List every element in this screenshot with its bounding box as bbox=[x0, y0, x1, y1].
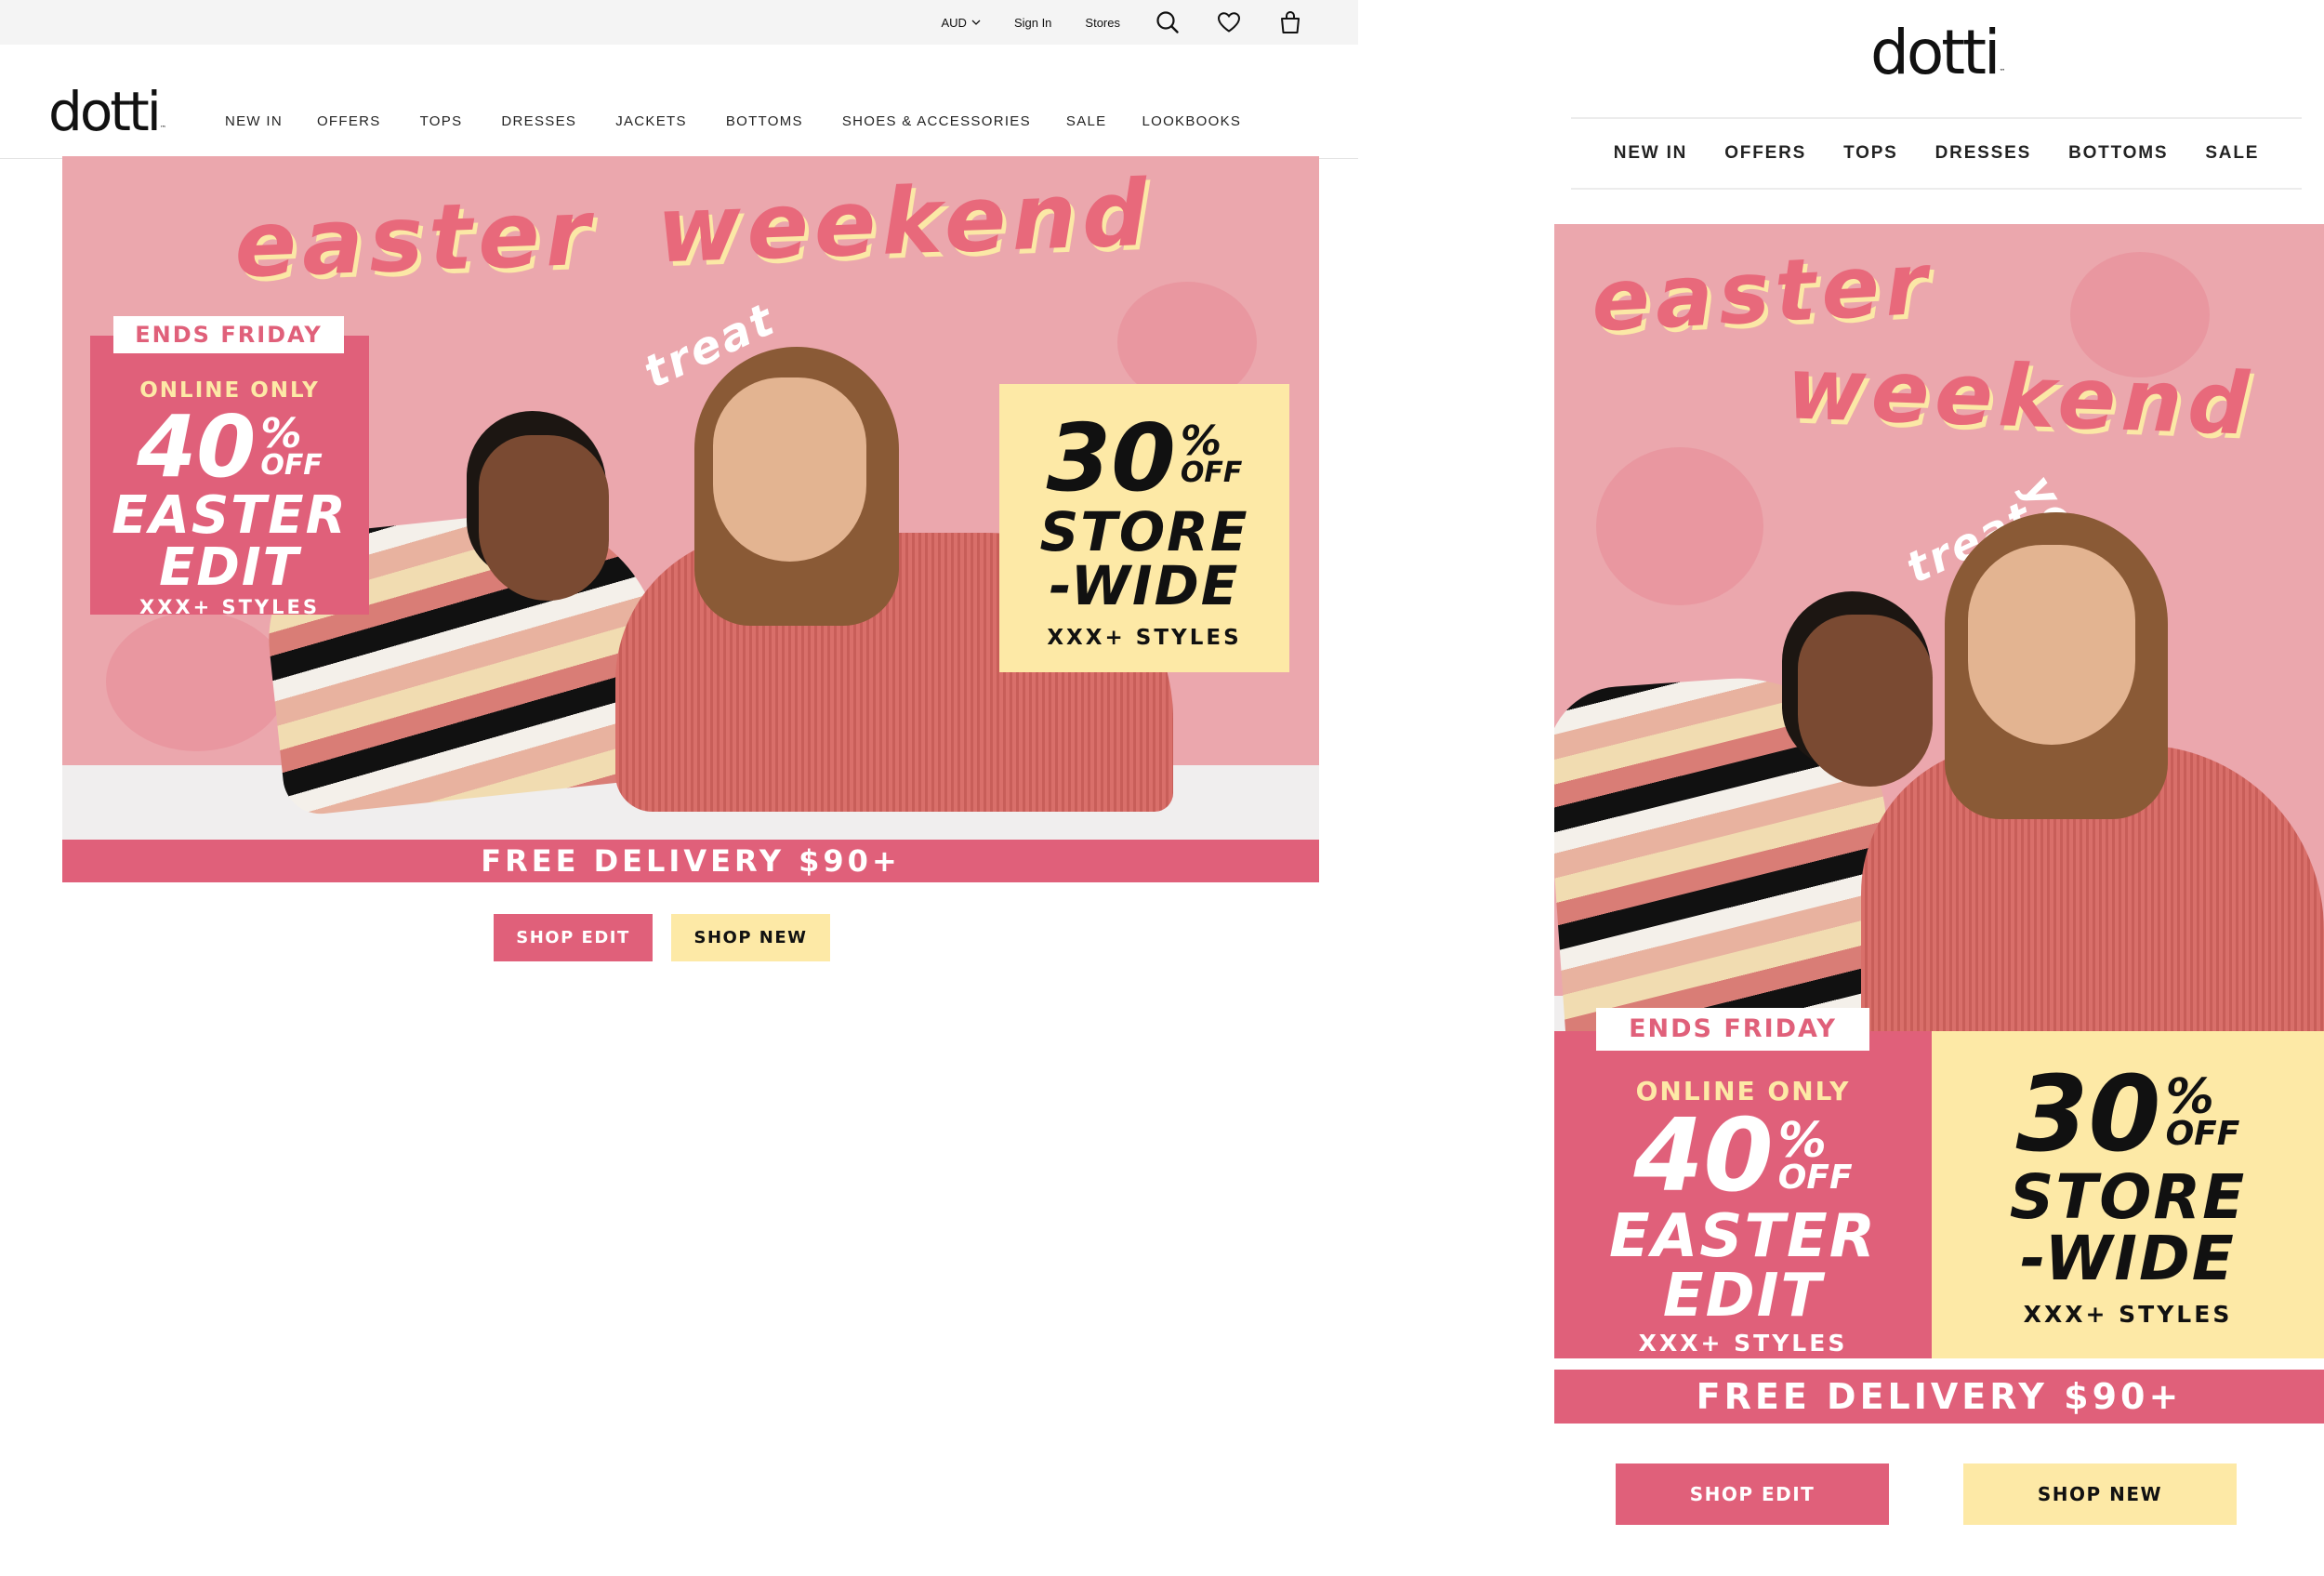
heart-icon[interactable] bbox=[1215, 8, 1243, 36]
nav-bottoms[interactable]: BOTTOMS bbox=[2068, 143, 2168, 164]
sign-in-link[interactable]: Sign In bbox=[1014, 16, 1051, 30]
currency-selector[interactable]: AUD bbox=[941, 15, 981, 30]
off-text: OFF bbox=[1180, 456, 1243, 489]
nav-lookbooks[interactable]: LOOKBOOKS bbox=[1142, 113, 1241, 129]
offer-30-number: 30 bbox=[1046, 404, 1176, 512]
model-left-face bbox=[479, 435, 609, 601]
hero-banner[interactable]: easter weekend treat yourself ONLINE ONL… bbox=[62, 156, 1319, 882]
utility-bar: AUD Sign In Stores bbox=[0, 0, 1358, 45]
nav-jackets[interactable]: JACKETS bbox=[615, 113, 687, 129]
storewide-offer: 30 % OFF STORE -WIDE XXX+ STYLES bbox=[999, 384, 1289, 672]
hero-headline: easter weekend bbox=[232, 161, 1155, 298]
offer-40-number: 40 bbox=[1633, 1098, 1774, 1214]
edit-text: EDIT bbox=[159, 537, 300, 598]
percent-sign: % bbox=[260, 410, 302, 457]
easter-text: EASTER bbox=[112, 485, 348, 546]
storewide-offer: 30 % OFF STORE -WIDE XXX+ STYLES bbox=[1932, 1031, 2324, 1358]
chevron-down-icon bbox=[971, 20, 981, 25]
store-text: STORE bbox=[1039, 500, 1249, 563]
percent-sign: % bbox=[1180, 417, 1221, 465]
bag-icon[interactable] bbox=[1276, 8, 1304, 36]
nav-new-in[interactable]: NEW IN bbox=[1614, 143, 1687, 164]
mobile-view: dotti ™ NEW IN OFFERS TOPS DRESSES BOTTOM… bbox=[1554, 0, 2324, 1576]
ends-friday-tag: ENDS FRIDAY bbox=[113, 316, 344, 353]
easter-edit-offer: ONLINE ONLY 40 % OFF EASTER EDIT XXX+ ST… bbox=[1554, 1031, 1932, 1358]
styles-count: XXX+ STYLES bbox=[2023, 1301, 2233, 1328]
easter-text: EASTER bbox=[1609, 1202, 1877, 1271]
off-text: OFF bbox=[1777, 1158, 1853, 1197]
model-left-face bbox=[1798, 615, 1933, 787]
hero-headline-line1: easter bbox=[1589, 233, 1935, 351]
percent-sign: % bbox=[1777, 1113, 1827, 1169]
nav-tops[interactable]: TOPS bbox=[420, 113, 463, 129]
shop-new-button[interactable]: SHOP NEW bbox=[1963, 1463, 2237, 1525]
hero-headline-line2: weekend bbox=[1785, 338, 2257, 455]
easter-edit-offer: ONLINE ONLY 40 % OFF EASTER EDIT XXX+ ST… bbox=[90, 336, 369, 618]
wide-text: -WIDE bbox=[2020, 1223, 2236, 1294]
styles-count: XXX+ STYLES bbox=[1638, 1330, 1848, 1357]
free-delivery-banner: FREE DELIVERY $90+ bbox=[62, 840, 1319, 882]
off-text: OFF bbox=[2165, 1114, 2240, 1153]
logo-text: dotti bbox=[1870, 17, 2000, 88]
search-icon[interactable] bbox=[1154, 8, 1182, 36]
nav-new-in[interactable]: NEW IN bbox=[225, 113, 283, 129]
nav-dresses[interactable]: DRESSES bbox=[1935, 143, 2031, 164]
edit-text: EDIT bbox=[1662, 1262, 1824, 1331]
styles-count: XXX+ STYLES bbox=[1047, 626, 1242, 650]
desktop-nav-items: NEW IN OFFERS TOPS DRESSES JACKETS BOTTO… bbox=[225, 113, 1241, 129]
headline-weekend: weekend bbox=[654, 160, 1155, 285]
divider bbox=[1554, 1358, 2324, 1370]
mobile-nav: NEW IN OFFERS TOPS DRESSES BOTTOMS SALE bbox=[1571, 117, 2302, 190]
shop-new-button[interactable]: SHOP NEW bbox=[671, 914, 830, 961]
shop-edit-button[interactable]: SHOP EDIT bbox=[1616, 1463, 1889, 1525]
ends-friday-tag: ENDS FRIDAY bbox=[1596, 1008, 1869, 1051]
nav-sale[interactable]: SALE bbox=[2205, 143, 2259, 164]
nav-offers[interactable]: OFFERS bbox=[317, 113, 381, 129]
nav-dresses[interactable]: DRESSES bbox=[501, 113, 576, 129]
store-text: STORE bbox=[2009, 1161, 2247, 1233]
nav-tops[interactable]: TOPS bbox=[1843, 143, 1898, 164]
styles-count: XXX+ STYLES bbox=[139, 596, 320, 618]
logo-trademark: ™ bbox=[159, 125, 166, 132]
hero-banner[interactable]: easter weekend treat yourself ONLINE ONL… bbox=[1554, 224, 2324, 1424]
headline-easter: easter bbox=[232, 179, 598, 299]
offer-30-number: 30 bbox=[2015, 1054, 2161, 1175]
currency-label: AUD bbox=[941, 15, 967, 30]
flower-shape bbox=[106, 612, 287, 751]
nav-bottoms[interactable]: BOTTOMS bbox=[726, 113, 803, 129]
wide-text: -WIDE bbox=[1049, 554, 1240, 617]
percent-sign: % bbox=[2165, 1069, 2214, 1125]
logo-text: dotti bbox=[48, 80, 162, 143]
dotti-logo[interactable]: dotti ™ bbox=[1870, 17, 2005, 88]
main-nav: dotti ™ bbox=[0, 45, 1358, 159]
offer-40-number: 40 bbox=[137, 397, 257, 497]
desktop-view: AUD Sign In Stores dotti ™ NEW IN OFFERS … bbox=[0, 0, 1358, 1023]
model-right-face bbox=[713, 377, 866, 562]
free-delivery-banner: FREE DELIVERY $90+ bbox=[1554, 1370, 2324, 1424]
nav-offers[interactable]: OFFERS bbox=[1724, 143, 1806, 164]
stores-link[interactable]: Stores bbox=[1085, 16, 1120, 30]
dotti-logo[interactable]: dotti ™ bbox=[48, 80, 166, 143]
model-right-face bbox=[1968, 545, 2135, 745]
nav-sale[interactable]: SALE bbox=[1066, 113, 1107, 129]
flower-shape bbox=[1596, 447, 1763, 605]
off-text: OFF bbox=[260, 448, 323, 482]
shop-edit-button[interactable]: SHOP EDIT bbox=[494, 914, 653, 961]
logo-trademark: ™ bbox=[1999, 68, 2006, 75]
nav-shoes-accessories[interactable]: SHOES & ACCESSORIES bbox=[842, 113, 1031, 129]
